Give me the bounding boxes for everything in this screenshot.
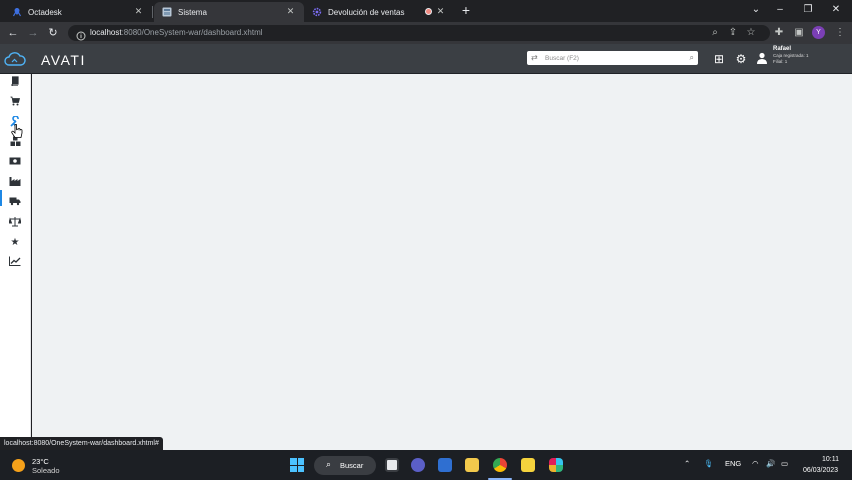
- start-button[interactable]: [290, 458, 304, 472]
- back-icon[interactable]: ←: [6, 26, 20, 40]
- app-header: AVATI ⇄ ⌕ ⊞ ⚙: [0, 44, 852, 74]
- dashboard-content: [32, 74, 852, 450]
- truck-icon[interactable]: [8, 196, 22, 210]
- close-tab-icon[interactable]: ✕: [435, 6, 446, 17]
- language-indicator[interactable]: ENG: [725, 459, 741, 468]
- tab-search-icon[interactable]: ⌄: [748, 3, 764, 17]
- global-search[interactable]: ⇄ ⌕: [527, 51, 698, 65]
- clock-time[interactable]: 10:11: [822, 456, 839, 463]
- wifi-icon[interactable]: ◠: [752, 459, 759, 468]
- search-icon: ⌕: [326, 459, 332, 469]
- extensions-icon[interactable]: ✚: [772, 26, 786, 40]
- screen: Octadesk ✕ Sistema ✕ Devolución de venta…: [0, 0, 852, 480]
- octadesk-favicon-icon: [12, 7, 22, 17]
- add-window-icon[interactable]: ⊞: [712, 52, 726, 66]
- restore-icon[interactable]: ❐: [800, 3, 816, 17]
- bookmark-star-icon[interactable]: ☆: [744, 26, 758, 40]
- taskbar-search[interactable]: ⌕ Buscar: [314, 456, 376, 475]
- settings-gear-icon[interactable]: ⚙: [734, 52, 748, 66]
- start-logo-tile: [297, 465, 304, 472]
- sticky-notes-icon[interactable]: [521, 458, 535, 472]
- minimize-icon[interactable]: –: [772, 3, 788, 17]
- start-logo-tile: [290, 465, 297, 472]
- scale-icon[interactable]: [8, 216, 22, 230]
- book-icon[interactable]: [8, 76, 22, 90]
- browser-toolbar: ← → ↻ localhost:8080/OneSystem-war/dashb…: [0, 22, 852, 44]
- active-indicator: [0, 190, 2, 206]
- chrome-icon[interactable]: [493, 458, 507, 472]
- gear-favicon-icon: [312, 7, 322, 17]
- chart-line-icon[interactable]: [8, 256, 22, 270]
- volume-icon[interactable]: 🔊: [766, 459, 775, 468]
- forward-icon[interactable]: →: [26, 26, 40, 40]
- user-filial: Filial: 1: [773, 58, 788, 64]
- user-icon[interactable]: [755, 52, 769, 66]
- reload-icon[interactable]: ↻: [46, 26, 60, 40]
- tab-label: Octadesk: [28, 7, 62, 17]
- search-icon[interactable]: ⌕: [690, 53, 694, 63]
- zoom-icon[interactable]: ⌕: [708, 26, 722, 40]
- url-path: :8080/OneSystem-war/dashboard.xhtml: [121, 28, 263, 37]
- file-explorer-icon[interactable]: [465, 458, 479, 472]
- user-details: Caja registrada: 1 Filial: 1: [773, 53, 809, 64]
- close-tab-icon[interactable]: ✕: [285, 6, 296, 17]
- start-logo-tile: [290, 458, 297, 465]
- status-bar-link: localhost:8080/OneSystem-war/dashboard.x…: [0, 437, 163, 450]
- weather-temperature[interactable]: 23°C: [32, 457, 49, 466]
- recording-indicator-icon: [425, 8, 432, 15]
- share-icon[interactable]: ⇪: [726, 26, 740, 40]
- app-icon[interactable]: [438, 458, 452, 472]
- task-view-icon[interactable]: [385, 458, 399, 472]
- search-input[interactable]: [545, 52, 685, 64]
- user-caja: Caja registrada: 1: [773, 53, 809, 58]
- tab-divider: [152, 6, 153, 18]
- close-window-icon[interactable]: ✕: [828, 3, 844, 17]
- tray-chevron-icon[interactable]: ⌃: [684, 459, 690, 468]
- cart-icon[interactable]: [8, 96, 22, 110]
- close-tab-icon[interactable]: ✕: [133, 6, 144, 17]
- teams-chat-icon[interactable]: [411, 458, 425, 472]
- mouse-cursor-icon: [11, 124, 23, 138]
- star-icon[interactable]: ★: [8, 236, 22, 250]
- microphone-icon[interactable]: 🎙: [704, 459, 714, 468]
- weather-sun-icon[interactable]: [12, 459, 25, 472]
- sistema-favicon-icon: [162, 7, 172, 17]
- browser-menu-icon[interactable]: ⋮: [833, 26, 847, 40]
- user-name: Rafael: [773, 46, 792, 52]
- slack-icon[interactable]: [549, 458, 563, 472]
- tab-sistema[interactable]: Sistema ✕: [154, 2, 304, 22]
- tab-label: Devolución de ventas: [328, 7, 405, 17]
- site-info-icon[interactable]: [76, 28, 86, 41]
- search-swap-icon: ⇄: [531, 53, 538, 62]
- address-bar[interactable]: localhost:8080/OneSystem-war/dashboard.x…: [68, 25, 770, 41]
- cash-icon[interactable]: [8, 156, 22, 170]
- url-host: localhost: [90, 28, 122, 37]
- url-text: localhost:8080/OneSystem-war/dashboard.x…: [90, 28, 263, 37]
- factory-icon[interactable]: [8, 176, 22, 190]
- new-tab-button[interactable]: +: [459, 3, 473, 17]
- browser-tab-strip: Octadesk ✕ Sistema ✕ Devolución de venta…: [0, 0, 852, 22]
- tab-octadesk[interactable]: Octadesk ✕: [4, 2, 152, 22]
- brand-title[interactable]: AVATI: [41, 52, 86, 68]
- battery-icon[interactable]: ▭: [781, 459, 788, 468]
- taskbar-search-label: Buscar: [340, 461, 364, 470]
- start-logo-tile: [297, 458, 304, 465]
- tab-devolucion-de-ventas[interactable]: Devolución de ventas ✕: [304, 2, 454, 22]
- weather-condition[interactable]: Soleado: [32, 466, 60, 475]
- side-panel-icon[interactable]: ▣: [792, 26, 806, 40]
- clock-date[interactable]: 06/03/2023: [803, 467, 838, 474]
- windows-taskbar: 23°C Soleado ⌕ Buscar ⌃ 🎙 ENG ◠ 🔊 ▭ 10:1…: [0, 450, 852, 480]
- profile-avatar[interactable]: Y: [812, 26, 825, 39]
- tab-label: Sistema: [178, 7, 207, 17]
- cloud-logo-icon[interactable]: [4, 52, 26, 66]
